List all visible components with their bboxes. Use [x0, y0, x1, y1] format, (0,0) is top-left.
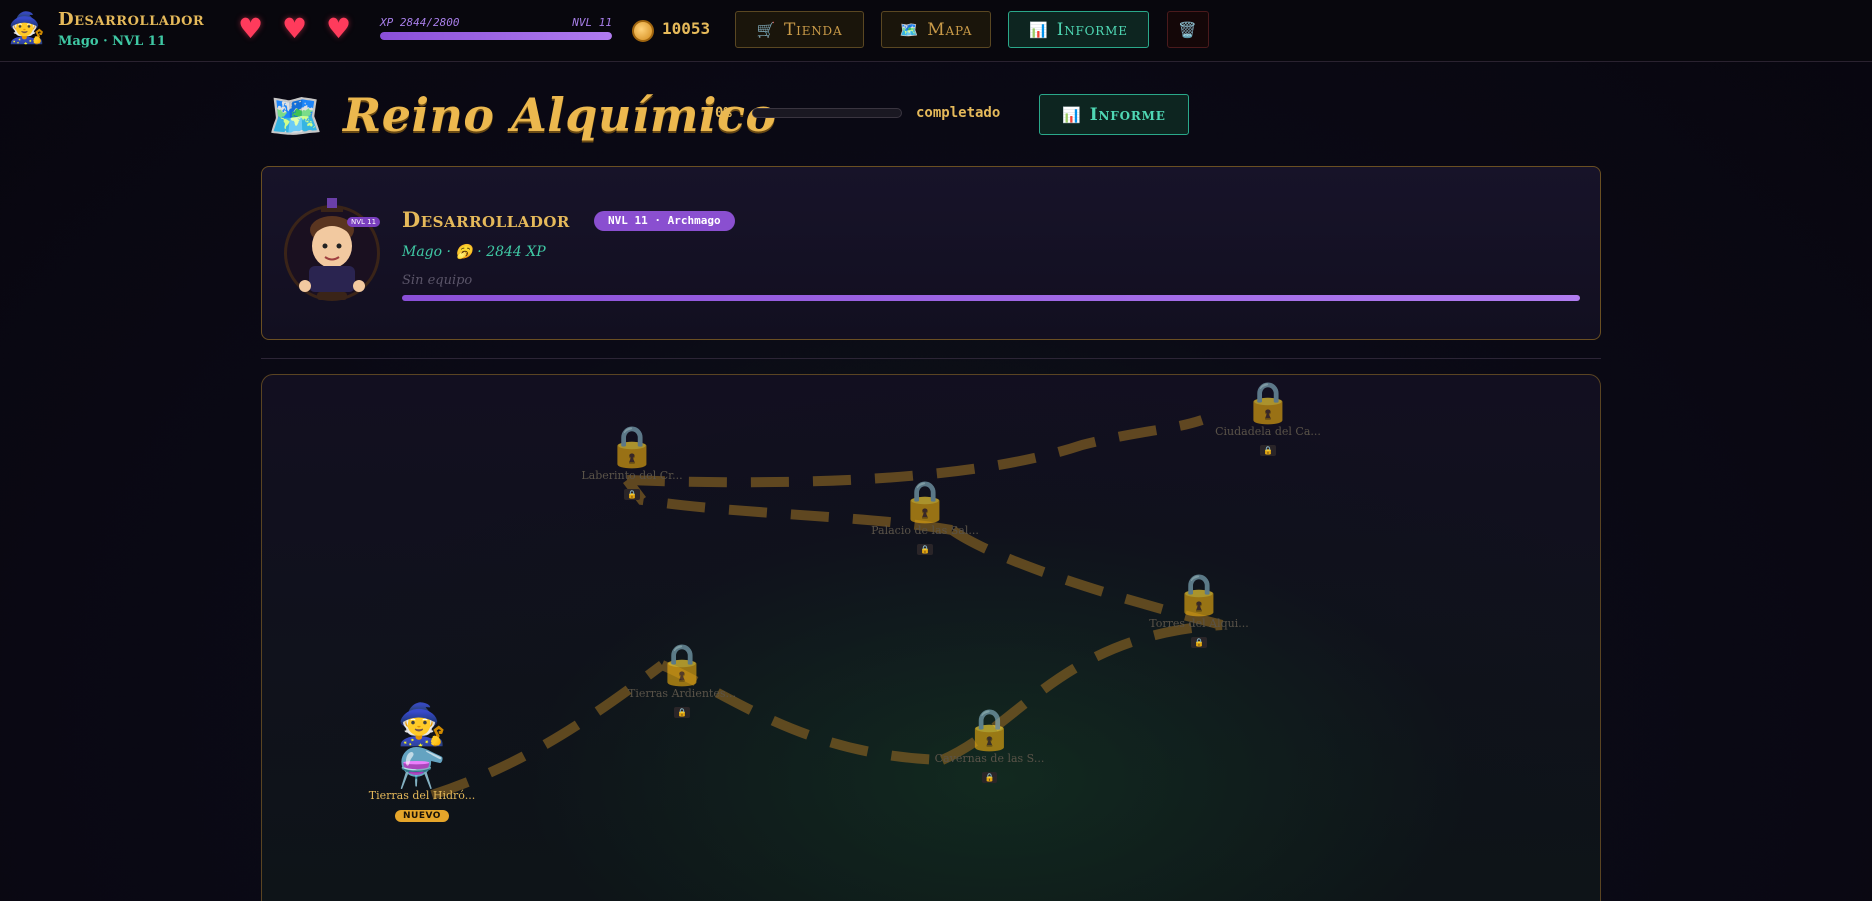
- lock-icon: 🔒: [1243, 380, 1293, 426]
- character-progress-fill: [402, 295, 1580, 301]
- shop-button[interactable]: 🛒 Tienda: [735, 11, 864, 48]
- section-divider: [261, 358, 1601, 359]
- heart-icon: ♥: [282, 12, 308, 45]
- node-label: Laberinto del Cr...: [581, 469, 683, 482]
- completion-percent: 0%: [715, 105, 732, 121]
- realm-report-label: Informe: [1089, 104, 1166, 125]
- heart-icon: ♥: [326, 12, 352, 45]
- xp-level: NVL 11: [572, 16, 612, 29]
- map-node-laberinto[interactable]: 🔒 Laberinto del Cr... 🔒: [577, 425, 687, 501]
- chart-icon: 📊: [1062, 105, 1082, 124]
- map-node-tierras-ardientes[interactable]: 🔒 Tierras Ardientes... 🔒: [627, 643, 737, 719]
- map-node-torres[interactable]: 🔒 Torres del Alqui... 🔒: [1144, 573, 1254, 649]
- coin-icon: [632, 20, 654, 42]
- world-map: 🔒 Laberinto del Cr... 🔒 🔒 Palacio de las…: [261, 374, 1601, 901]
- realm-title: Reino Alquímico: [343, 88, 777, 142]
- map-node-tierras-hidro[interactable]: 🧙 ⚗️ Tierras del Hidró... NUEVO: [362, 703, 482, 822]
- node-label: Tierras Ardientes...: [627, 687, 736, 700]
- map-button[interactable]: 🗺️ Mapa: [881, 11, 991, 48]
- small-lock-icon: 🔒: [981, 772, 998, 783]
- flask-icon: ⚗️: [398, 746, 446, 790]
- wizard-icon: 🧙: [397, 702, 447, 748]
- delete-button[interactable]: 🗑️: [1167, 11, 1209, 48]
- player-name: Desarrollador: [58, 9, 205, 30]
- map-button-label: Mapa: [927, 19, 973, 40]
- node-label: Tierras del Hidró...: [368, 789, 476, 802]
- map-icon: 🗺️: [899, 20, 920, 39]
- xp-track: [380, 32, 612, 40]
- map-paths: [430, 415, 1224, 800]
- map-node-cavernas[interactable]: 🔒 Cavernas de las S... 🔒: [932, 708, 1047, 784]
- coin-count: 10053: [662, 19, 711, 38]
- node-label: Cavernas de las S...: [934, 752, 1045, 765]
- new-badge: NUEVO: [395, 810, 449, 822]
- lock-icon: 🔒: [1174, 572, 1224, 618]
- wizard-avatar-icon: 🧙: [8, 11, 46, 46]
- lock-icon: 🔒: [607, 424, 657, 470]
- chart-icon: 📊: [1029, 20, 1049, 39]
- player-class-level: Mago · NVL 11: [58, 34, 166, 49]
- character-progress-bar: [402, 295, 1580, 301]
- node-label: Ciudadela del Ca...: [1215, 425, 1321, 438]
- cart-icon: 🛒: [756, 20, 777, 39]
- small-lock-icon: 🔒: [1191, 637, 1207, 648]
- completion-label: completado: [916, 105, 1001, 121]
- trash-icon: 🗑️: [1178, 20, 1198, 39]
- map-node-palacio[interactable]: 🔒 Palacio de las Sal... 🔒: [865, 480, 985, 556]
- realm-report-button[interactable]: 📊 Informe: [1039, 94, 1189, 135]
- world-map-icon: 🗺️: [268, 91, 323, 142]
- xp-fill: [380, 32, 612, 40]
- map-path: [626, 415, 1204, 488]
- character-subtitle: Mago · 🥱 · 2844 XP: [402, 244, 546, 260]
- small-lock-icon: 🔒: [917, 544, 933, 555]
- node-label: Torres del Alqui...: [1149, 617, 1249, 630]
- character-card: NVL 11 Desarrollador NVL 11 · Archmago M…: [261, 166, 1601, 340]
- character-name: Desarrollador: [402, 207, 570, 232]
- shop-button-label: Tienda: [784, 19, 843, 40]
- hearts-display: ♥ ♥ ♥: [238, 12, 360, 46]
- lock-icon: 🔒: [657, 642, 707, 688]
- character-level-badge: NVL 11 · Archmago: [594, 211, 735, 231]
- lock-icon: 🔒: [900, 479, 950, 525]
- report-button[interactable]: 📊 Informe: [1008, 11, 1149, 48]
- lock-icon: 🔒: [964, 707, 1015, 753]
- heart-icon: ♥: [238, 12, 264, 45]
- xp-text: XP 2844/2800: [380, 16, 460, 29]
- map-node-ciudadela[interactable]: 🔒 Ciudadela del Ca... 🔒: [1210, 381, 1326, 457]
- completion-bar: [752, 108, 902, 118]
- node-label: Palacio de las Sal...: [871, 524, 979, 537]
- equipment-status: Sin equipo: [402, 273, 473, 288]
- avatar-level-badge: NVL 11: [347, 217, 381, 227]
- character-portrait-icon: [299, 198, 365, 300]
- top-bar: 🧙 Desarrollador Mago · NVL 11 ♥ ♥ ♥ XP 2…: [0, 0, 1872, 62]
- small-lock-icon: 🔒: [674, 707, 690, 718]
- small-lock-icon: 🔒: [1260, 445, 1276, 456]
- small-lock-icon: 🔒: [624, 489, 640, 500]
- report-button-label: Informe: [1056, 19, 1128, 40]
